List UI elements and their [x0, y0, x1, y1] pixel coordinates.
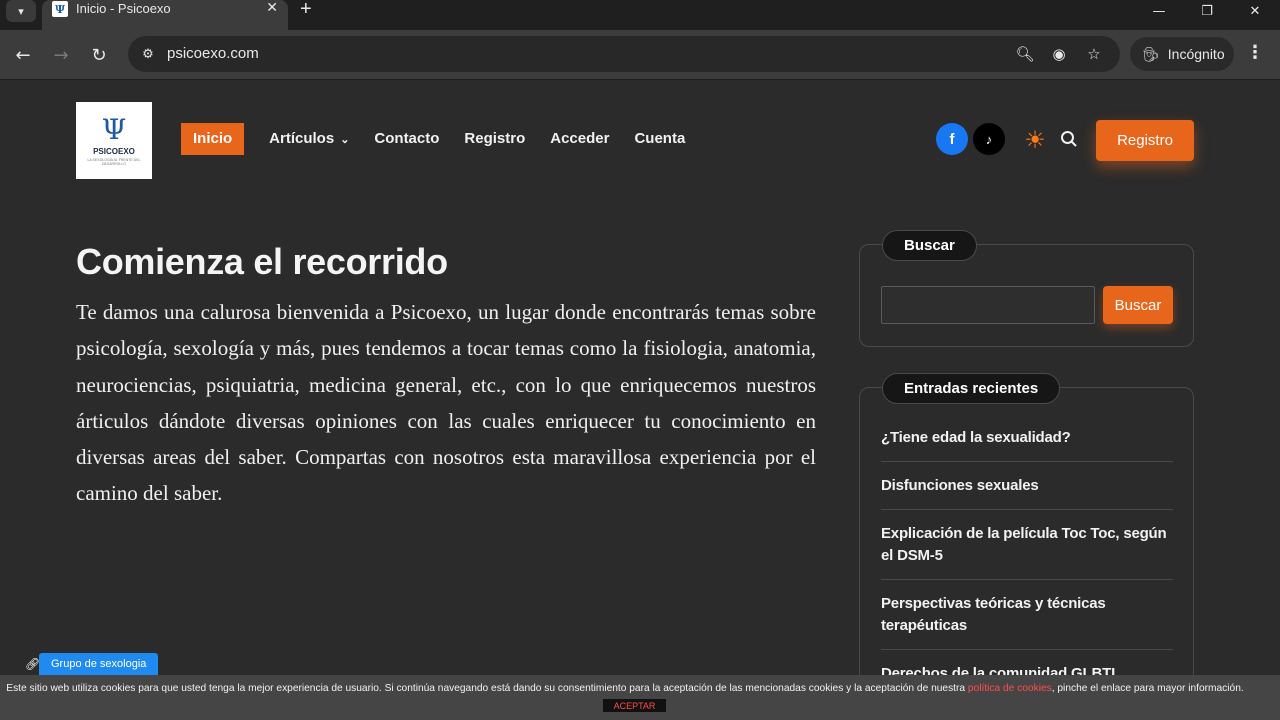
- cookie-text-after: , pinche el enlace para mayor informació…: [1051, 683, 1244, 694]
- search-widget: Buscar Buscar: [859, 230, 1194, 347]
- nav-articulos-label: Artículos: [269, 130, 335, 147]
- site-info-icon[interactable]: ⚙: [138, 44, 158, 64]
- site-logo[interactable]: Ψ PSICOEXO LA SEXOLOGÍA AL FRENTE DEL DE…: [76, 102, 152, 179]
- logo-name: PSICOEXO: [93, 147, 135, 156]
- facebook-icon[interactable]: f: [936, 123, 968, 155]
- address-bar[interactable]: ⚙ psicoexo.com 🔍︎ ◉ ☆: [128, 36, 1120, 72]
- reload-icon[interactable]: ↻: [86, 42, 112, 68]
- nav-acceder[interactable]: Acceder: [550, 123, 609, 155]
- tab-close-icon[interactable]: ✕: [266, 0, 278, 16]
- incognito-icon: 🕵︎: [1142, 45, 1160, 62]
- cookie-banner: Este sitio web utiliza cookies para que …: [0, 675, 1280, 720]
- incognito-label: Incógnito: [1167, 46, 1225, 62]
- active-tab[interactable]: Ψ Inicio - Psicoexo ✕: [42, 0, 288, 30]
- group-link-badge[interactable]: 🔗︎ Grupo de sexologia: [25, 653, 159, 675]
- browser-menu-icon[interactable]: ⋮: [1246, 42, 1264, 63]
- web-page: Ψ PSICOEXO LA SEXOLOGÍA AL FRENTE DEL DE…: [0, 81, 1280, 720]
- recent-posts-list: ¿Tiene edad la sexualidad? Disfunciones …: [881, 424, 1173, 708]
- recent-post-link[interactable]: ¿Tiene edad la sexualidad?: [881, 424, 1173, 462]
- recent-post-link[interactable]: Perspectivas teóricas y técnicas terapéu…: [881, 590, 1173, 650]
- tab-search-button[interactable]: ▾: [6, 0, 36, 22]
- recent-post-link[interactable]: Disfunciones sexuales: [881, 472, 1173, 510]
- psi-logo-icon: Ψ: [101, 113, 127, 146]
- nav-registro[interactable]: Registro: [464, 123, 525, 155]
- browser-tab-bar: ▾ Ψ Inicio - Psicoexo ✕ + — ❐ ✕: [0, 0, 1280, 30]
- tab-title: Inicio - Psicoexo: [76, 1, 171, 16]
- chevron-down-icon: ⌄: [340, 134, 350, 146]
- incognito-profile-button[interactable]: 🕵︎ Incógnito: [1130, 37, 1234, 71]
- search-button[interactable]: Buscar: [1103, 286, 1173, 324]
- new-tab-button[interactable]: +: [300, 0, 312, 21]
- search-icon[interactable]: [1058, 128, 1080, 150]
- cookie-accept-button[interactable]: ACEPTAR: [603, 699, 666, 712]
- browser-toolbar: ← → ↻ ⚙ psicoexo.com 🔍︎ ◉ ☆ 🕵︎ Incógnito…: [0, 30, 1280, 80]
- back-arrow-icon[interactable]: ←: [10, 42, 36, 68]
- restore-icon[interactable]: ❐: [1184, 0, 1230, 22]
- recent-post-link[interactable]: Explicación de la película Toc Toc, segú…: [881, 520, 1173, 580]
- cookie-text-before: Este sitio web utiliza cookies para que …: [6, 683, 968, 694]
- main-nav: Inicio Artículos ⌄ Contacto Registro Acce…: [181, 123, 710, 155]
- nav-cuenta[interactable]: Cuenta: [634, 123, 685, 155]
- recent-posts-widget: Entradas recientes ¿Tiene edad la sexual…: [859, 373, 1194, 720]
- intro-paragraph: Te damos una calurosa bienvenida a Psico…: [76, 300, 816, 506]
- page-title: Comienza el recorrido: [76, 241, 448, 282]
- logo-tagline: LA SEXOLOGÍA AL FRENTE DEL DESARROLLO: [87, 158, 141, 166]
- nav-articulos[interactable]: Artículos ⌄: [269, 123, 349, 155]
- search-widget-title: Buscar: [882, 230, 977, 261]
- link-icon: 🔗︎: [25, 657, 41, 671]
- search-input[interactable]: [881, 286, 1095, 324]
- window-close-icon[interactable]: ✕: [1232, 0, 1278, 22]
- psi-favicon-icon: Ψ: [52, 1, 68, 17]
- cookie-policy-link[interactable]: política de cookies: [968, 683, 1052, 694]
- register-button[interactable]: Registro: [1096, 120, 1194, 161]
- nav-contacto[interactable]: Contacto: [374, 123, 439, 155]
- cookie-message: Este sitio web utiliza cookies para que …: [0, 683, 1250, 694]
- tracking-blocked-eye-icon[interactable]: ◉: [1048, 43, 1070, 65]
- forward-arrow-icon[interactable]: →: [48, 42, 74, 68]
- group-label[interactable]: Grupo de sexologia: [39, 653, 159, 675]
- url-text[interactable]: psicoexo.com: [167, 45, 259, 62]
- bookmark-star-icon[interactable]: ☆: [1083, 43, 1105, 65]
- tiktok-icon[interactable]: ♪: [973, 123, 1005, 155]
- nav-inicio[interactable]: Inicio: [181, 123, 245, 155]
- minimize-icon[interactable]: —: [1136, 0, 1182, 22]
- zoom-icon[interactable]: 🔍︎: [1014, 43, 1036, 65]
- recent-posts-title: Entradas recientes: [882, 373, 1061, 404]
- theme-toggle-sun-icon[interactable]: ☀: [1022, 126, 1048, 154]
